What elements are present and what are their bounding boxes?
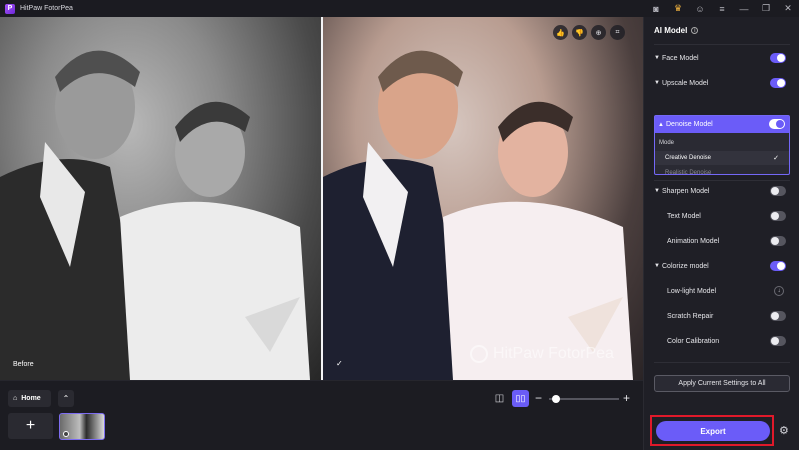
model-label: Scratch Repair: [667, 312, 714, 320]
account-icon[interactable]: ☺: [689, 0, 711, 17]
home-label: Home: [21, 395, 41, 402]
zoom-slider-handle[interactable]: [552, 395, 560, 403]
divider: [654, 362, 790, 363]
divider: [654, 180, 790, 181]
zoom-out-button[interactable]: −: [535, 391, 542, 405]
crop-icon[interactable]: ⌗: [610, 25, 625, 40]
scratch-repair-toggle[interactable]: [770, 311, 786, 321]
model-label: Face Model: [662, 54, 699, 62]
expand-caret-icon[interactable]: ▼: [654, 80, 662, 86]
export-button[interactable]: Export: [656, 421, 770, 441]
option-label: Realistic Denoise: [665, 170, 712, 176]
before-label: Before: [13, 361, 34, 368]
minimize-icon[interactable]: —: [733, 0, 755, 17]
divider: [654, 44, 790, 45]
side-by-side-view-icon[interactable]: ▯▯: [512, 390, 529, 407]
panel-title-text: AI Model: [654, 26, 688, 35]
model-label: Sharpen Model: [662, 187, 710, 195]
model-row-sharpen[interactable]: ▼ Sharpen Model: [654, 184, 790, 198]
after-photo-figures: [323, 50, 633, 380]
ai-model-panel: AI Model i ▼ Face Model ▼ Upscale Model …: [643, 17, 799, 450]
model-label: Denoise Model: [666, 121, 713, 128]
text-model-toggle[interactable]: [770, 211, 786, 221]
sharpen-model-toggle[interactable]: [770, 186, 786, 196]
zoom-in-button[interactable]: +: [623, 391, 630, 405]
split-view-icon[interactable]: ◫: [493, 392, 506, 405]
thumbnail-status-icon: [63, 431, 69, 437]
expand-caret-icon[interactable]: ▼: [654, 263, 662, 269]
model-label: Color Calibration: [667, 337, 720, 345]
thumbs-down-icon[interactable]: 👎: [572, 25, 587, 40]
model-label: Upscale Model: [662, 79, 709, 87]
expand-caret-icon[interactable]: ▼: [654, 55, 662, 61]
export-highlight: Export: [650, 415, 774, 446]
watermark-text: HitPaw FotorPea: [493, 345, 614, 362]
model-row-face[interactable]: ▼ Face Model: [654, 51, 790, 65]
model-row-lowlight[interactable]: Low-light Model ↓: [654, 284, 790, 298]
color-calibration-toggle[interactable]: [770, 336, 786, 346]
thumbs-up-icon[interactable]: 👍: [553, 25, 568, 40]
add-image-button[interactable]: +: [8, 413, 53, 439]
model-row-colorize[interactable]: ▼ Colorize model: [654, 259, 790, 273]
denoise-option-realistic[interactable]: Realistic Denoise: [655, 166, 789, 180]
home-button[interactable]: ⌂ Home: [8, 390, 51, 407]
zoom-icon[interactable]: ⊕: [591, 25, 606, 40]
crown-icon[interactable]: ♛: [667, 0, 689, 17]
apply-to-all-button[interactable]: Apply Current Settings to All: [654, 375, 790, 392]
after-check-icon: ✓: [336, 359, 343, 368]
home-icon: ⌂: [13, 395, 18, 402]
menu-icon[interactable]: ≡: [711, 0, 733, 17]
compare-divider[interactable]: [321, 17, 323, 380]
app-title: HitPaw FotorPea: [20, 5, 73, 12]
close-icon[interactable]: ✕: [777, 0, 799, 17]
model-row-text[interactable]: Text Model: [654, 209, 790, 223]
watermark: HitPaw FotorPea: [470, 345, 614, 363]
bottom-bar: ⌂ Home ⌃ + ◫ ▯▯ − +: [0, 380, 643, 450]
app-logo-icon: P: [5, 3, 15, 14]
panel-title: AI Model i: [654, 26, 699, 35]
gear-icon[interactable]: ⚙: [779, 424, 789, 437]
collapse-caret-icon[interactable]: ▲: [658, 122, 666, 128]
download-icon[interactable]: ↓: [774, 286, 784, 296]
model-row-upscale[interactable]: ▼ Upscale Model: [654, 76, 790, 90]
denoise-model-toggle[interactable]: [769, 119, 785, 129]
option-label: Creative Denoise: [665, 155, 712, 161]
watermark-logo-icon: [470, 345, 488, 363]
image-thumbnail[interactable]: [59, 413, 105, 440]
colorize-model-toggle[interactable]: [770, 261, 786, 271]
denoise-model-section: ▲ Denoise Model Mode Creative Denoise ✓ …: [654, 115, 790, 176]
mode-label: Mode: [659, 140, 675, 146]
image-canvas[interactable]: Before ✓ HitPaw FotorPea 👍 👎 ⊕ ⌗: [0, 17, 643, 380]
restore-icon[interactable]: ❐: [755, 0, 777, 17]
title-bar: P HitPaw FotorPea ◙ ♛ ☺ ≡ — ❐ ✕: [0, 0, 799, 17]
expand-caret-icon[interactable]: ▼: [654, 188, 662, 194]
model-label: Colorize model: [662, 262, 709, 270]
check-icon: ✓: [773, 155, 779, 162]
canvas-toolbar: 👍 👎 ⊕ ⌗: [553, 25, 625, 40]
model-label: Text Model: [667, 212, 701, 220]
model-row-color-calibration[interactable]: Color Calibration: [654, 334, 790, 348]
model-row-denoise[interactable]: ▲ Denoise Model: [655, 116, 789, 133]
before-photo-figures: [0, 50, 310, 380]
upscale-model-toggle[interactable]: [770, 78, 786, 88]
after-image: [323, 17, 643, 380]
model-label: Animation Model: [667, 237, 720, 245]
denoise-option-creative[interactable]: Creative Denoise ✓: [655, 151, 789, 165]
model-row-animation[interactable]: Animation Model: [654, 234, 790, 248]
discord-icon[interactable]: ◙: [645, 0, 667, 17]
info-icon[interactable]: i: [691, 27, 699, 34]
model-row-scratch[interactable]: Scratch Repair: [654, 309, 790, 323]
face-model-toggle[interactable]: [770, 53, 786, 63]
animation-model-toggle[interactable]: [770, 236, 786, 246]
collapse-button[interactable]: ⌃: [58, 390, 74, 407]
model-label: Low-light Model: [667, 287, 717, 295]
before-image: [0, 17, 321, 380]
